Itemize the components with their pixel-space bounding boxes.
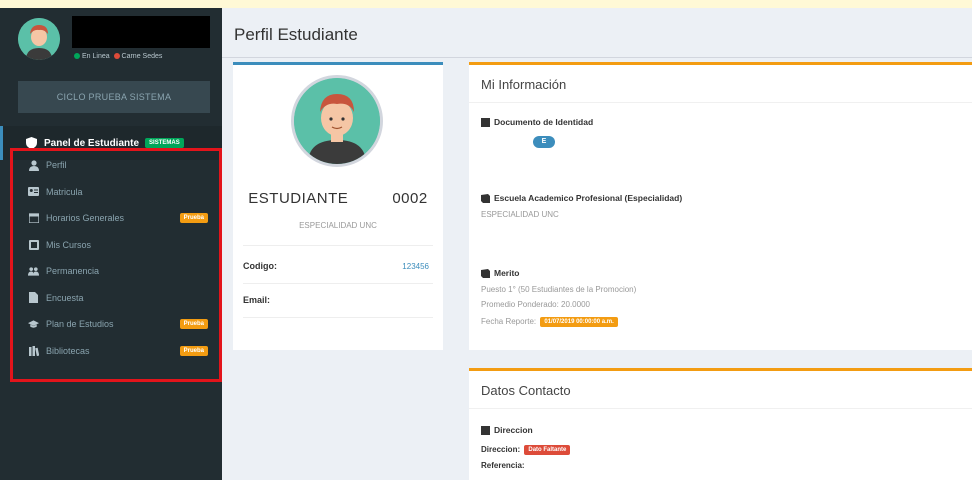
users-icon	[28, 266, 39, 277]
address-label: Direccion:	[481, 445, 521, 455]
id-card-icon	[28, 186, 39, 197]
code-value: 123456	[402, 262, 429, 271]
top-strip	[0, 0, 972, 8]
panel-badge: SISTEMAS	[145, 138, 184, 148]
student-name: ESTUDIANTE 0002	[233, 190, 443, 207]
user-status: En Linea Carne Sedes	[74, 53, 162, 60]
contact-title: Datos Contacto	[481, 383, 571, 398]
user-panel: En Linea Carne Sedes	[0, 8, 222, 70]
email-label: Email:	[243, 295, 271, 305]
graduation-cap-icon	[28, 319, 39, 330]
student-number: 0002	[392, 190, 428, 207]
book-icon	[481, 117, 490, 127]
sidebar-item-plan-estudios[interactable]: Plan de Estudios Prueba	[14, 311, 214, 338]
info-title: Mi Información	[481, 77, 567, 92]
book-icon	[481, 268, 490, 278]
address-title: Direccion	[481, 425, 533, 435]
cycle-button[interactable]: CICLO PRUEBA SISTEMA	[18, 81, 210, 113]
sidebar-item-permanencia[interactable]: Permanencia	[14, 258, 214, 285]
content-header: Perfil Estudiante	[222, 8, 972, 58]
book-icon	[28, 239, 39, 250]
merit-date-badge: 01/07/2019 00:00:00 a.m.	[540, 317, 618, 327]
app-window: En Linea Carne Sedes CICLO PRUEBA SISTEM…	[0, 0, 972, 480]
student-name-text: ESTUDIANTE	[248, 190, 349, 207]
prueba-badge: Prueba	[179, 345, 208, 356]
merit-title-text: Merito	[494, 268, 520, 278]
sidebar-item-perfil[interactable]: Perfil	[14, 152, 214, 179]
sidebar-item-matricula[interactable]: Matricula	[14, 179, 214, 206]
divider	[469, 102, 972, 103]
sidebar-item-label: Encuesta	[46, 292, 84, 303]
calendar-icon	[28, 213, 39, 224]
student-avatar	[291, 75, 383, 167]
sidebar-item-mis-cursos[interactable]: Mis Cursos	[14, 232, 214, 259]
sidebar-item-label: Perfil	[46, 160, 67, 171]
merit-date-label: Fecha Reporte:	[481, 317, 537, 327]
missing-data-badge: Dato Faltante	[524, 445, 571, 455]
sidebar-item-label: Bibliotecas	[46, 345, 90, 356]
reference-line: Referencia:	[481, 461, 525, 470]
doc-title-text: Documento de Identidad	[494, 117, 594, 127]
merit-line1: Puesto 1° (50 Estudiantes de la Promocio…	[481, 285, 637, 294]
file-icon	[28, 292, 39, 304]
sidebar-item-label: Horarios Generales	[46, 213, 125, 224]
online-dot-icon	[74, 53, 80, 60]
merit-line3: Fecha Reporte: 01/07/2019 00:00:00 a.m.	[481, 317, 618, 327]
divider	[243, 317, 433, 318]
student-specialty: ESPECIALIDAD UNC	[299, 221, 377, 230]
user-icon	[28, 160, 39, 171]
merit-line2: Promedio Ponderado: 20.0000	[481, 300, 590, 309]
prueba-badge: Prueba	[179, 319, 208, 329]
sidebar-item-bibliotecas[interactable]: Bibliotecas Prueba	[14, 338, 214, 365]
sidebar-item-encuesta[interactable]: Encuesta	[14, 285, 214, 312]
book-icon	[481, 193, 490, 203]
sidebar-item-label: Mis Cursos	[46, 239, 92, 250]
sidebar-menu: Perfil Matricula Horarios Generales Prue…	[14, 152, 214, 364]
school-value: ESPECIALIDAD UNC	[481, 210, 559, 219]
school-title-text: Escuela Academico Profesional (Especiali…	[494, 193, 683, 203]
divider	[243, 283, 433, 284]
page-title: Perfil Estudiante	[234, 25, 358, 44]
contact-box: Datos Contacto Direccion Direccion: Dato…	[469, 368, 972, 480]
address-title-text: Direccion	[494, 425, 533, 435]
info-box: Mi Información Documento de Identidad E …	[469, 62, 972, 350]
status-dot-icon	[113, 53, 120, 60]
divider	[243, 245, 433, 246]
prueba-badge: Prueba	[179, 213, 208, 223]
sidebar-item-horarios[interactable]: Horarios Generales Prueba	[14, 205, 214, 232]
merit-title: Merito	[481, 268, 520, 278]
book-icon	[481, 425, 490, 435]
doc-badge: E	[533, 136, 555, 148]
school-title: Escuela Academico Profesional (Especiali…	[481, 193, 682, 203]
sidebar-item-label: Permanencia	[46, 266, 100, 277]
status-online-text: En Linea	[82, 53, 110, 60]
panel-label: Panel de Estudiante	[44, 137, 140, 149]
sidebar-item-label: Plan de Estudios	[46, 319, 114, 330]
doc-title: Documento de Identidad	[481, 117, 593, 127]
profile-card: ESTUDIANTE 0002 ESPECIALIDAD UNC Codigo: …	[233, 62, 443, 350]
code-label: Codigo:	[243, 261, 277, 271]
library-icon	[28, 345, 39, 356]
user-avatar[interactable]	[18, 18, 60, 60]
address-line: Direccion: Dato Faltante	[481, 445, 571, 455]
user-name-redacted	[72, 16, 210, 48]
status-other-text: Carne Sedes	[121, 53, 163, 60]
divider	[469, 408, 972, 409]
sidebar-item-label: Matricula	[46, 186, 83, 197]
reference-label: Referencia:	[481, 461, 525, 470]
